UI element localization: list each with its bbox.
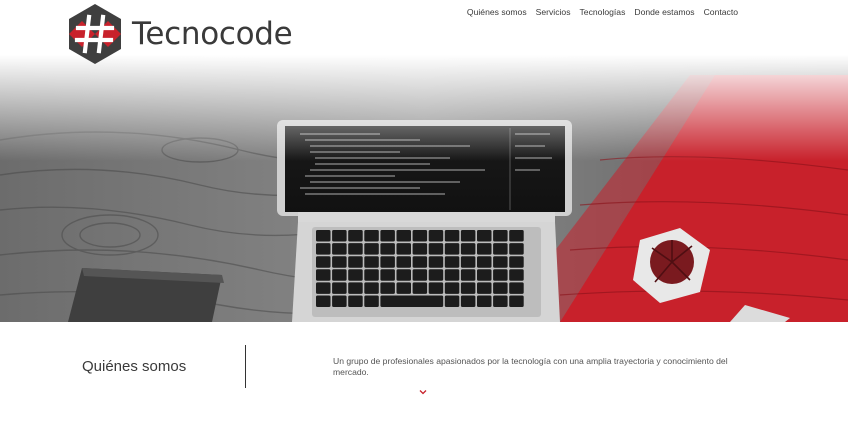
hashtag-hex-logo-icon bbox=[69, 4, 121, 64]
section-divider bbox=[245, 345, 246, 388]
about-section: Quiénes somos Un grupo de profesionales … bbox=[0, 322, 848, 428]
section-title: Quiénes somos bbox=[82, 358, 187, 375]
brand-logo[interactable]: Tecnocode bbox=[67, 3, 293, 65]
nav-item-tecnologias[interactable]: Tecnologías bbox=[580, 7, 626, 18]
section-description: Un grupo de profesionales apasionados po… bbox=[333, 356, 728, 377]
chevron-down-icon[interactable] bbox=[419, 389, 427, 395]
nav-item-quienes-somos[interactable]: Quiénes somos bbox=[467, 7, 527, 18]
site-header: Tecnocode Quiénes somos Servicios Tecnol… bbox=[0, 0, 848, 65]
brand-name: Tecnocode bbox=[132, 15, 293, 52]
nav-item-servicios[interactable]: Servicios bbox=[536, 7, 571, 18]
nav-item-donde-estamos[interactable]: Donde estamos bbox=[634, 7, 694, 18]
main-nav: Quiénes somos Servicios Tecnologías Dond… bbox=[467, 7, 738, 18]
nav-item-contacto[interactable]: Contacto bbox=[704, 7, 738, 18]
